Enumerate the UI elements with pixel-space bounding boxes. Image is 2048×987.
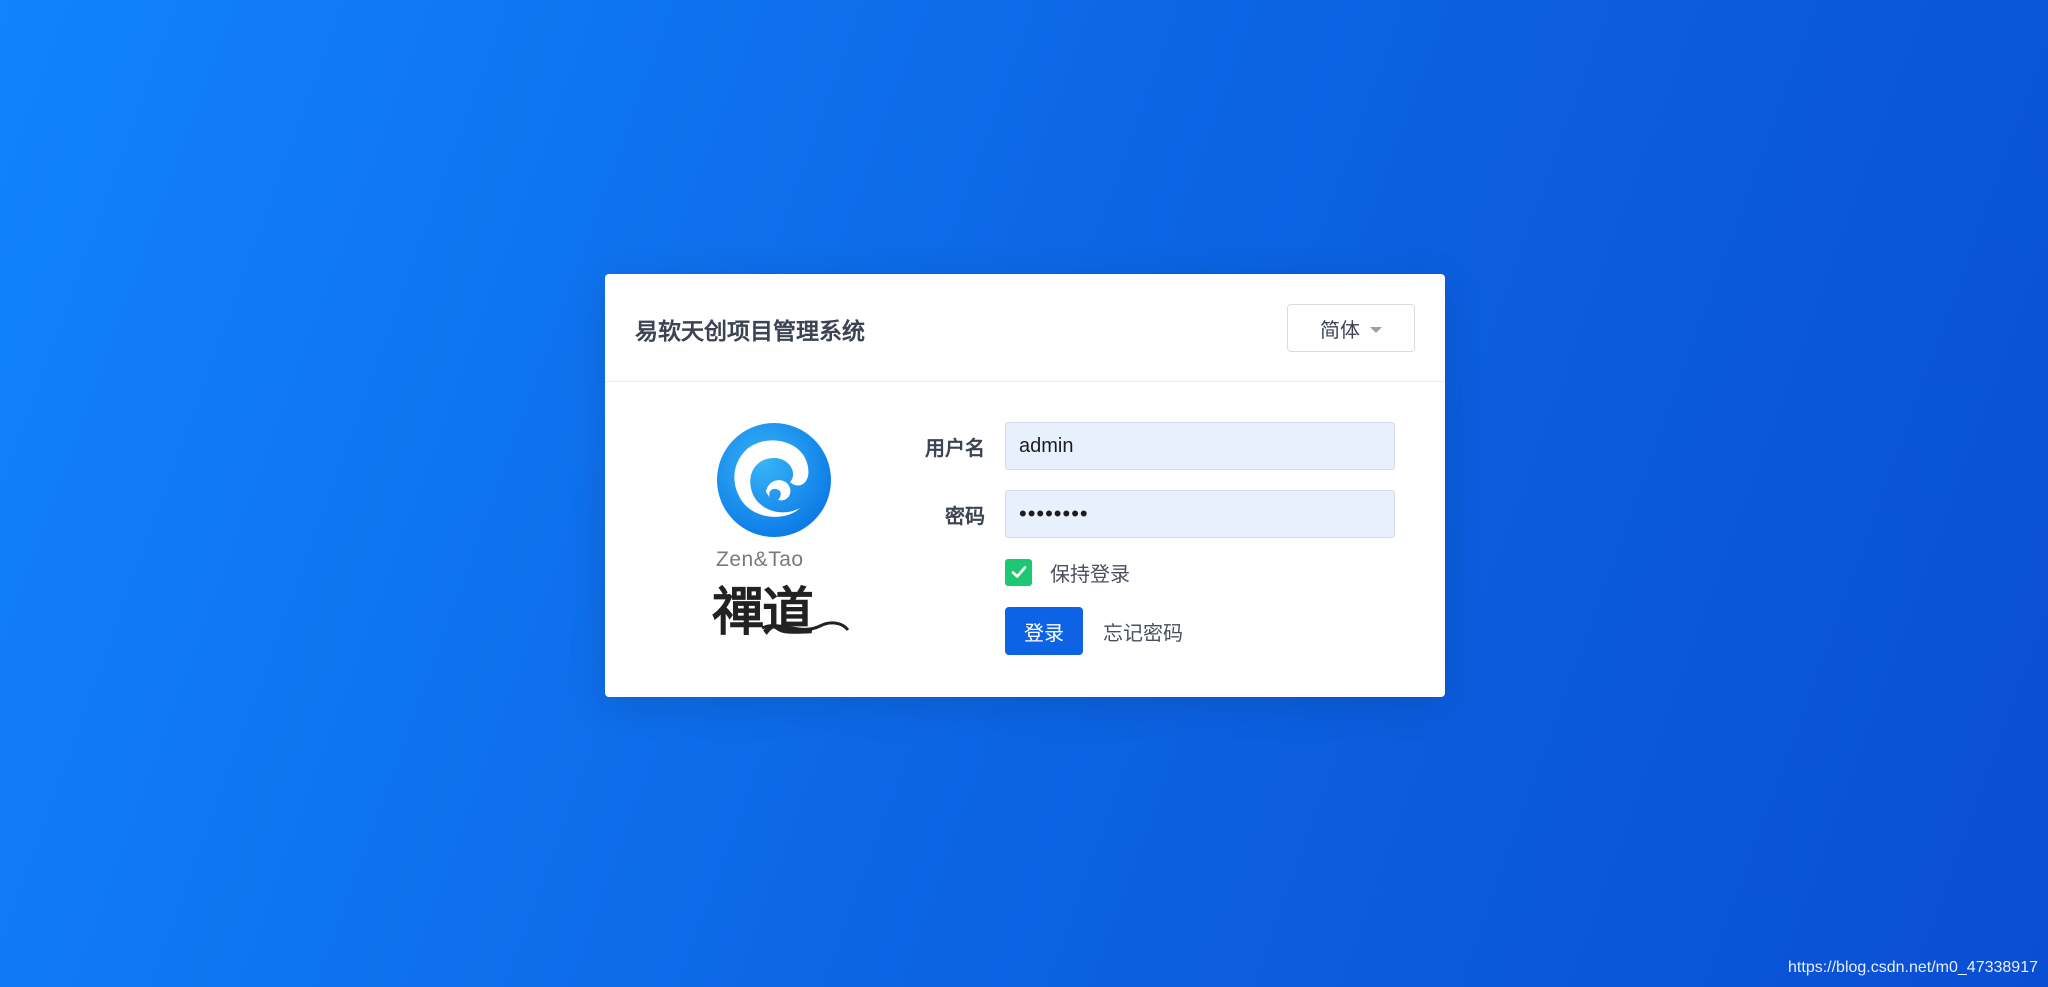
forgot-password-link[interactable]: 忘记密码: [1103, 617, 1183, 646]
logo-swoosh-icon: [761, 621, 850, 632]
card-body: Zen&Tao 禪道 用户名 密码 保持登录 登录 忘记密码: [605, 382, 1445, 696]
password-label: 密码: [945, 503, 985, 528]
password-input[interactable]: [1005, 490, 1395, 538]
footer-url: https://blog.csdn.net/m0_47338917: [1788, 959, 2038, 976]
check-icon: [1011, 566, 1026, 578]
password-row: 密码: [905, 490, 1395, 538]
login-button[interactable]: 登录: [1005, 607, 1083, 655]
page-title: 易软天创项目管理系统: [635, 319, 865, 345]
username-label: 用户名: [925, 435, 985, 460]
logo-emblem-icon: [717, 423, 831, 537]
remember-row: 保持登录: [1005, 557, 1130, 587]
logo-latin-text: Zen&Tao: [716, 548, 804, 571]
username-input[interactable]: [1005, 422, 1395, 470]
language-label: 简体: [1320, 317, 1360, 342]
login-card: 易软天创项目管理系统 简体 Zen&Tao 禪道 用户名 admin 密码 ••…: [605, 274, 1445, 697]
caret-down-icon: [1370, 326, 1382, 333]
language-select-button[interactable]: 简体: [1287, 304, 1415, 352]
zentao-logo: Zen&Tao 禪道: [710, 422, 850, 643]
username-row: 用户名: [905, 422, 1395, 470]
card-header: 易软天创项目管理系统 简体: [605, 274, 1445, 382]
remember-checkbox[interactable]: [1005, 558, 1032, 586]
action-row: 登录 忘记密码: [1005, 607, 1183, 655]
remember-label[interactable]: 保持登录: [1050, 558, 1130, 587]
